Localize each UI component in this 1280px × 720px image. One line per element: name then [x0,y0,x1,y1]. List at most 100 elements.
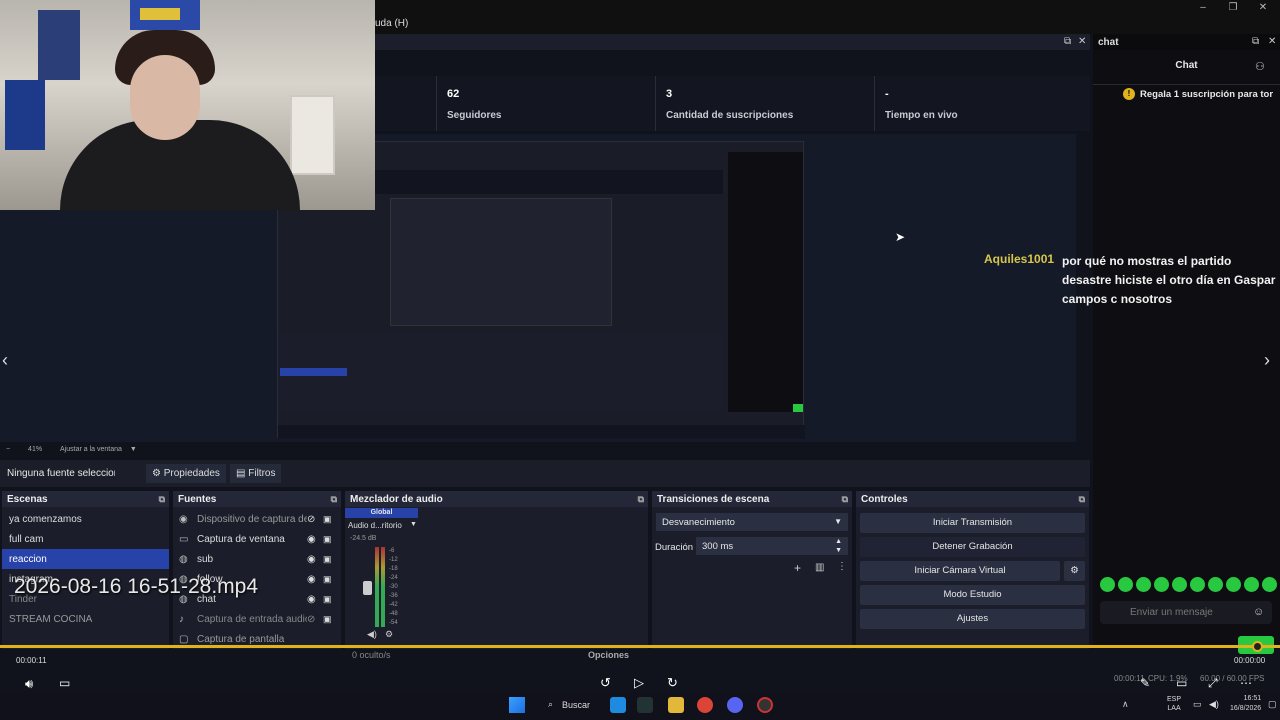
emote-icon[interactable] [1262,577,1277,592]
edit-icon[interactable]: ✎ [1140,676,1150,690]
emote-icon[interactable] [1118,577,1133,592]
lock-icon[interactable]: ▣ [323,554,335,565]
notification-icon[interactable]: ▢ [1268,699,1277,710]
start-virtual-cam-button[interactable]: Iniciar Cámara Virtual [860,561,1060,581]
next-arrow-icon[interactable]: › [1264,350,1270,371]
emote-icon[interactable] [1100,577,1115,592]
lock-icon[interactable]: ▣ [323,534,335,545]
start-stream-button[interactable]: Iniciar Transmisión [860,513,1085,533]
network-icon[interactable]: ▭ [1193,699,1202,710]
camera-icon: ◉ [179,513,188,525]
chat-input[interactable]: Enviar un mensaje [1100,601,1272,624]
start-icon[interactable] [509,697,525,713]
scene-item[interactable]: full cam [2,529,169,549]
mixer-tab-global[interactable]: Global [345,508,418,518]
studio-mode-button[interactable]: Modo Estudio [860,585,1085,605]
forward-30-icon[interactable]: ↻ [667,675,678,691]
source-item[interactable]: ◍ sub ◉ ▣ [173,549,341,569]
volume-icon[interactable]: 🔊︎ [25,676,33,692]
chevron-down-icon[interactable]: ▼ [130,446,137,453]
transition-select[interactable]: Desvanecimiento ▼ [656,513,848,531]
filters-button[interactable]: ▤ Filtros [230,464,282,483]
duration-input[interactable]: 300 ms ▲ ▼ [696,537,848,555]
lock-icon[interactable]: ▣ [323,514,335,525]
eye-hidden-icon[interactable]: ⊘ [307,514,323,525]
eye-icon[interactable]: ◉ [307,534,323,545]
close-dock-icon[interactable]: ✕ [1078,36,1086,47]
close-chat-icon[interactable]: ✕ [1268,36,1276,47]
speaker-tray-icon[interactable]: ◀) [1209,699,1219,710]
emote-icon[interactable] [1208,577,1223,592]
float-chat-icon[interactable]: ⧉ [1252,36,1259,47]
language-indicator[interactable]: ESP LAA [1167,695,1181,713]
edge-icon[interactable] [610,697,626,713]
emote-icon[interactable] [1226,577,1241,592]
emote-icon[interactable] [1136,577,1151,592]
virtual-cam-settings-icon[interactable]: ⚙ [1064,561,1085,581]
zoom-minus-icon[interactable]: − [6,446,10,453]
emote-icon[interactable] [1172,577,1187,592]
scene-item-selected[interactable]: reaccion [2,549,169,569]
tray-chevron-icon[interactable]: ∧ [1122,699,1129,710]
scene-item[interactable]: STREAM COCINA [2,609,169,629]
mixer-options[interactable]: Opciones [588,650,629,660]
stepper-icon[interactable]: ▲ ▼ [835,537,842,555]
emote-icon[interactable] [1190,577,1205,592]
float-icon[interactable]: ⧉ [638,494,644,505]
obs-icon[interactable] [757,697,773,713]
steam-icon[interactable] [637,697,653,713]
trash-icon[interactable]: ▥ [815,562,824,573]
emote-icon[interactable] [1244,577,1259,592]
chat-username[interactable]: Aquiles1001 [984,252,1054,266]
fit-window-button[interactable]: Ajustar a la ventana [60,446,122,453]
float-icon[interactable]: ⧉ [331,494,337,505]
rewind-10-icon[interactable]: ↺ [600,675,611,691]
float-icon[interactable]: ⧉ [842,494,848,505]
properties-label: Propiedades [163,468,220,479]
close-icon[interactable]: ✕ [1256,2,1270,13]
stop-recording-button[interactable]: Detener Grabación [860,537,1085,557]
scene-item[interactable]: ya comenzamos [2,509,169,529]
eye-hidden-icon[interactable]: ⊘ [307,614,323,625]
users-icon[interactable]: ⚇ [1255,60,1265,73]
source-item[interactable]: ▭ Captura de ventana ◉ ▣ [173,529,341,549]
volume-slider[interactable] [363,581,372,595]
properties-button[interactable]: ⚙ Propiedades [146,464,226,483]
float-icon[interactable]: ⧉ [159,494,165,505]
clock[interactable]: 16:51 16/8/2026 [1230,694,1261,714]
lock-icon[interactable]: ▣ [323,574,335,585]
emote-icon[interactable] [1154,577,1169,592]
fullscreen-icon[interactable]: ⤢ [1208,676,1218,691]
chrome-icon[interactable] [697,697,713,713]
speaker-icon[interactable]: ◀) [367,629,377,640]
source-item[interactable]: ♪ Captura de entrada audio ⊘ ▣ [173,609,341,629]
channel-menu-icon[interactable]: ▼ [410,521,417,528]
settings-button[interactable]: Ajustes [860,609,1085,629]
eye-icon[interactable]: ◉ [307,594,323,605]
source-item[interactable]: ◉ Dispositivo de captura de ⊘ ▣ [173,509,341,529]
float-icon[interactable]: ⧉ [1079,494,1085,505]
add-icon[interactable]: + [794,561,801,575]
play-icon[interactable]: ▷ [634,675,644,691]
discord-icon[interactable] [727,697,743,713]
prev-arrow-icon[interactable]: ‹ [2,350,8,371]
maximize-icon[interactable]: ❐ [1226,2,1240,13]
lock-icon[interactable]: ▣ [323,594,335,605]
eye-icon[interactable]: ◉ [307,574,323,585]
lock-icon[interactable]: ▣ [323,614,335,625]
more-icon[interactable]: ⋮ [837,561,847,572]
mixer-settings-icon[interactable]: ⚙ [385,629,393,640]
menu-help[interactable]: uda (H) [375,18,408,29]
captions-icon[interactable]: ▭ [59,676,70,690]
progress-handle[interactable] [1252,641,1263,652]
cast-icon[interactable]: ▭ [1176,676,1187,690]
video-progress-bar[interactable] [0,645,1280,648]
taskbar-search[interactable]: Buscar [562,700,590,710]
search-icon[interactable]: ⌕ [548,699,553,710]
more-options-icon[interactable]: ⋯ [1240,676,1252,690]
folder-icon[interactable] [668,697,684,713]
eye-icon[interactable]: ◉ [307,554,323,565]
minimize-icon[interactable]: – [1196,2,1210,13]
float-dock-icon[interactable]: ⧉ [1064,36,1071,47]
emoji-icon[interactable]: ☺ [1253,606,1264,618]
